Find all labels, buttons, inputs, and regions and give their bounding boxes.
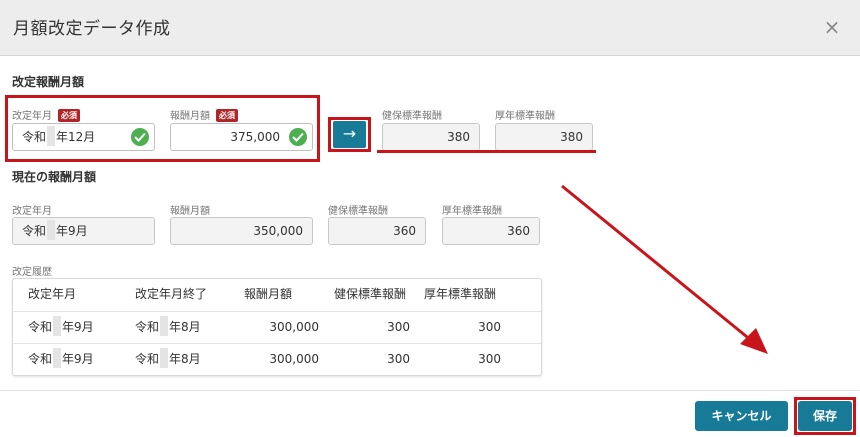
annotation-arrow-icon: [561, 184, 768, 354]
